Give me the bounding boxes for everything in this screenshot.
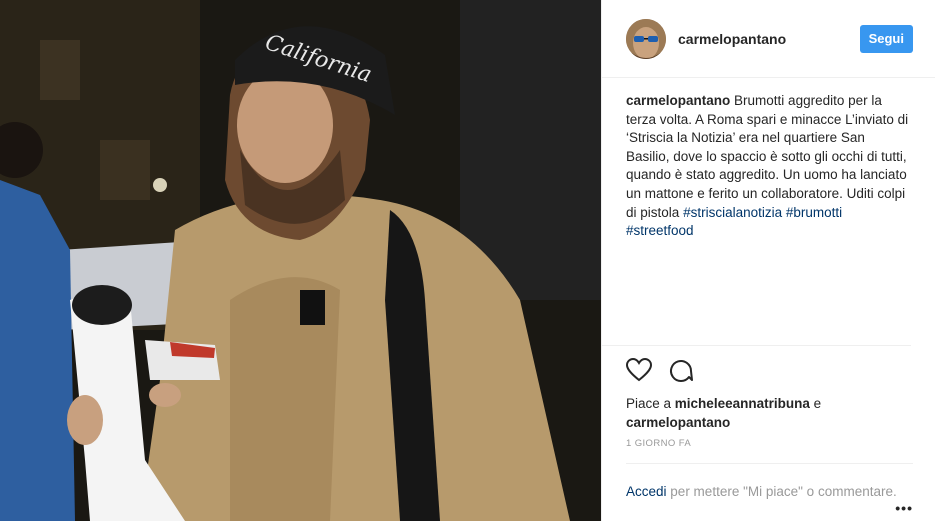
heart-icon[interactable] bbox=[625, 357, 653, 390]
avatar[interactable] bbox=[626, 18, 666, 59]
liker-link[interactable]: micheleeannatribuna bbox=[675, 396, 810, 411]
post-photo: California bbox=[0, 0, 601, 521]
likes-conj: e bbox=[813, 396, 822, 411]
post-caption: carmelopantano Brumotti aggredito per la… bbox=[602, 78, 911, 346]
login-prompt-text: per mettere "Mi piace" o commentare. bbox=[670, 484, 897, 499]
hashtag[interactable]: #striscialanotizia bbox=[683, 205, 782, 220]
login-prompt: Accedi per mettere "Mi piace" o commenta… bbox=[626, 463, 913, 501]
caption-author[interactable]: carmelopantano bbox=[626, 93, 730, 108]
post-photo-illustration: California bbox=[0, 0, 601, 521]
liker-link[interactable]: carmelopantano bbox=[626, 415, 730, 430]
instagram-post: California carmelopantano Segui carmelop… bbox=[0, 0, 935, 521]
caption-text: Brumotti aggredito per la terza volta. A… bbox=[626, 93, 909, 220]
post-sidebar: carmelopantano Segui carmelopantano Brum… bbox=[601, 0, 935, 521]
follow-button[interactable]: Segui bbox=[859, 24, 913, 53]
username[interactable]: carmelopantano bbox=[678, 31, 860, 47]
post-timestamp[interactable]: 1 GIORNO FA bbox=[602, 432, 935, 458]
comment-icon[interactable] bbox=[669, 358, 693, 390]
likes-line: Piace a micheleeannatribuna e carmelopan… bbox=[602, 390, 935, 432]
more-options-icon[interactable]: ••• bbox=[895, 500, 913, 516]
hashtag[interactable]: #streetfood bbox=[626, 223, 694, 238]
post-header: carmelopantano Segui bbox=[602, 0, 935, 78]
action-bar bbox=[602, 346, 935, 390]
hashtag[interactable]: #brumotti bbox=[786, 205, 842, 220]
likes-prefix: Piace a bbox=[626, 396, 672, 411]
login-link[interactable]: Accedi bbox=[626, 484, 667, 499]
avatar-image bbox=[626, 18, 666, 59]
